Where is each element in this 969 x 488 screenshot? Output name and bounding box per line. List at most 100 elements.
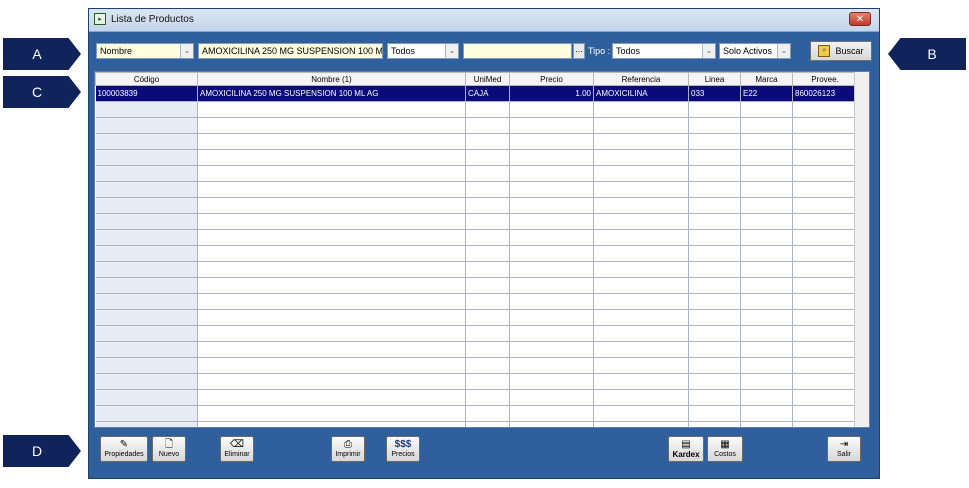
status-filter-select[interactable]: Solo Activos ⌄ [719, 43, 791, 59]
cell-provee[interactable]: 860026123 [792, 85, 858, 102]
callout-c: C [3, 76, 81, 108]
empty-cell [688, 277, 741, 294]
empty-cell [509, 389, 594, 406]
close-button[interactable]: ✕ [849, 12, 871, 26]
empty-cell [688, 373, 741, 390]
empty-cell [197, 309, 466, 326]
ellipsis-button[interactable]: ... [573, 43, 585, 59]
group-filter-select[interactable]: Todos ⌄ [387, 43, 459, 59]
empty-row [95, 357, 858, 374]
empty-cell [792, 229, 858, 246]
empty-cell [688, 405, 741, 422]
empty-cell [465, 293, 510, 310]
empty-cell [740, 117, 793, 134]
kardex-button[interactable]: ▤ Kardex [668, 436, 704, 462]
empty-cell [593, 357, 689, 374]
cell-nombre[interactable]: AMOXICILINA 250 MG SUSPENSION 100 ML AG [197, 85, 466, 102]
empty-cell [593, 421, 689, 427]
print-button[interactable]: ⎙ Imprimir [331, 436, 365, 462]
empty-cell [465, 421, 510, 427]
empty-row [95, 149, 858, 166]
empty-cell [465, 325, 510, 342]
empty-cell [509, 213, 594, 230]
search-button[interactable]: ⌕ Buscar [810, 41, 872, 61]
column-header-linea[interactable]: Linea [688, 72, 741, 86]
empty-row [95, 197, 858, 214]
cell-codigo[interactable]: 100003839 [95, 85, 198, 102]
empty-cell [593, 293, 689, 310]
column-header-provee[interactable]: Provee. [792, 72, 858, 86]
search-icon: ⌕ [818, 45, 831, 57]
empty-row [95, 117, 858, 134]
extra-filter-input[interactable] [463, 43, 572, 59]
empty-cell [593, 229, 689, 246]
empty-cell [465, 245, 510, 262]
empty-cell [509, 341, 594, 358]
empty-cell [509, 133, 594, 150]
tipo-label: Tipo : [588, 46, 611, 56]
vertical-scrollbar[interactable] [854, 72, 869, 427]
search-input[interactable]: AMOXICILINA 250 MG SUSPENSION 100 ML AG [198, 43, 383, 59]
delete-button[interactable]: ⌫ Eliminar [220, 436, 254, 462]
exit-button[interactable]: ⇥ Salir [827, 436, 861, 462]
empty-cell [792, 325, 858, 342]
properties-button[interactable]: ✎ Propiedades [100, 436, 148, 462]
empty-cell [792, 117, 858, 134]
empty-cell [465, 405, 510, 422]
table-row[interactable]: 100003839 AMOXICILINA 250 MG SUSPENSION … [95, 85, 858, 102]
chevron-down-icon[interactable]: ⌄ [445, 44, 458, 58]
empty-cell [740, 213, 793, 230]
products-grid[interactable]: Código Nombre (1) UniMed Precio Referenc… [94, 71, 870, 428]
empty-row [95, 245, 858, 262]
cell-marca[interactable]: E22 [740, 85, 793, 102]
empty-cell [792, 261, 858, 278]
cell-precio[interactable]: 1.00 [509, 85, 594, 102]
column-header-marca[interactable]: Marca [740, 72, 793, 86]
empty-cell [688, 261, 741, 278]
column-header-unimed[interactable]: UniMed [465, 72, 510, 86]
eraser-icon: ⌫ [229, 439, 245, 450]
empty-cell [740, 421, 793, 427]
empty-cell [593, 117, 689, 134]
column-header-nombre[interactable]: Nombre (1) [197, 72, 466, 86]
empty-cell [197, 293, 466, 310]
empty-cell [688, 149, 741, 166]
costs-button[interactable]: ▦ Costos [707, 436, 743, 462]
chevron-down-icon[interactable]: ⌄ [777, 44, 790, 58]
empty-cell [593, 389, 689, 406]
new-document-icon: 🗋 [164, 439, 174, 450]
empty-cell [197, 149, 466, 166]
new-button[interactable]: 🗋 Nuevo [152, 436, 186, 462]
empty-cell [740, 309, 793, 326]
search-input-value: AMOXICILINA 250 MG SUSPENSION 100 ML AG [202, 46, 383, 56]
prices-button[interactable]: $$$ Precios [386, 436, 420, 462]
empty-cell [792, 197, 858, 214]
empty-cell [95, 133, 198, 150]
empty-cell [95, 245, 198, 262]
empty-cell [740, 277, 793, 294]
cell-unimed[interactable]: CAJA [465, 85, 510, 102]
search-field-select[interactable]: Nombre ⌄ [96, 43, 194, 59]
cell-referencia[interactable]: AMOXICILINA [593, 85, 689, 102]
empty-cell [95, 165, 198, 182]
empty-cell [465, 181, 510, 198]
empty-cell [593, 181, 689, 198]
empty-cell [95, 325, 198, 342]
empty-cell [792, 421, 858, 427]
empty-cell [688, 357, 741, 374]
column-header-referencia[interactable]: Referencia [593, 72, 689, 86]
chevron-down-icon[interactable]: ⌄ [180, 44, 193, 58]
column-header-precio[interactable]: Precio [509, 72, 594, 86]
empty-cell [465, 133, 510, 150]
chevron-down-icon[interactable]: ⌄ [702, 44, 715, 58]
tipo-select[interactable]: Todos ⌄ [612, 43, 716, 59]
cell-linea[interactable]: 033 [688, 85, 741, 102]
empty-cell [792, 389, 858, 406]
empty-cell [509, 245, 594, 262]
callout-b: B [888, 38, 966, 70]
app-icon: ▸ [94, 13, 106, 25]
empty-cell [740, 261, 793, 278]
column-header-codigo[interactable]: Código [95, 72, 198, 86]
empty-cell [740, 389, 793, 406]
empty-cell [792, 405, 858, 422]
